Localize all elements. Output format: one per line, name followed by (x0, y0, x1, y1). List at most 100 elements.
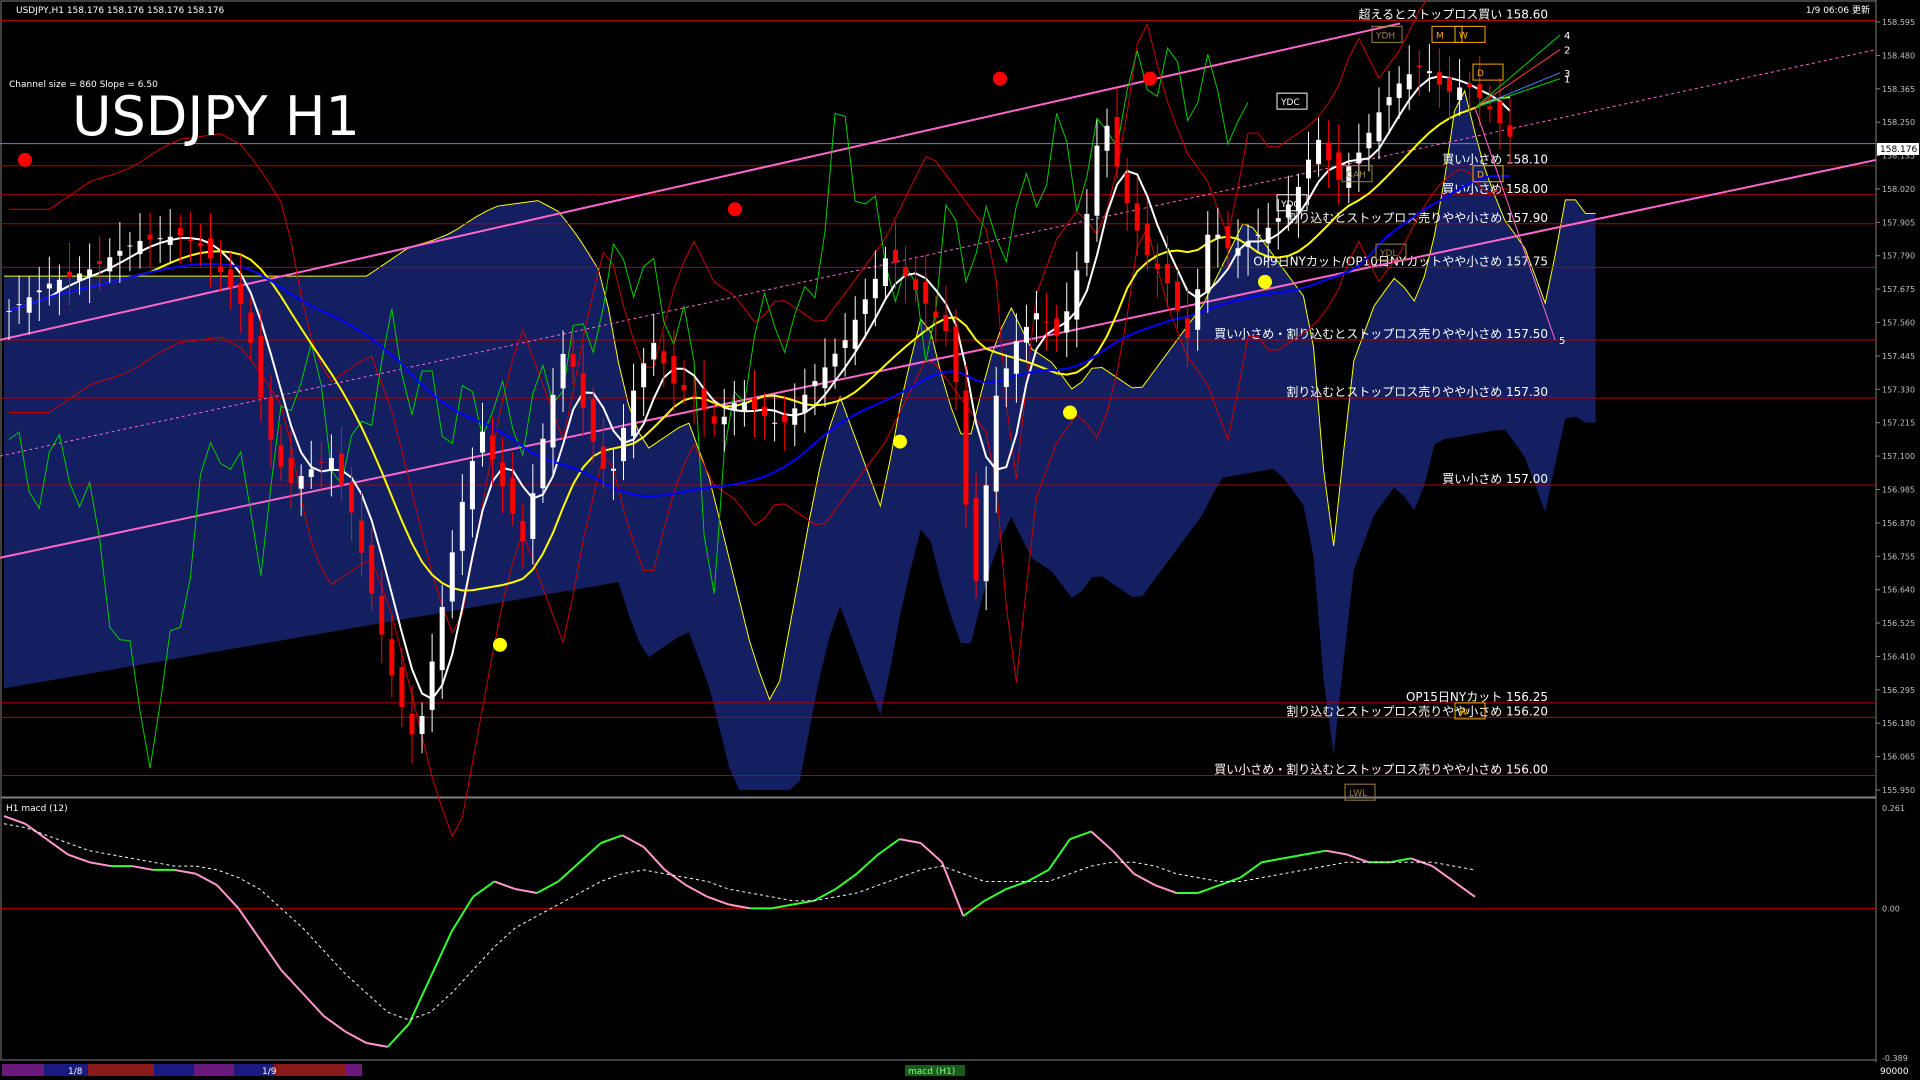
candle-body (1013, 341, 1019, 374)
candle-body (1023, 326, 1029, 343)
candle-body (550, 394, 556, 448)
candle-body (298, 476, 304, 489)
candle-body (16, 304, 22, 306)
price-tick-label: 155.950 (1882, 786, 1915, 795)
candle-body (409, 713, 415, 735)
candle-body (1154, 264, 1160, 270)
candle-body (469, 460, 475, 510)
candle-body (439, 606, 445, 671)
macd-title: H1 macd (12) (6, 804, 68, 814)
candle-body (792, 408, 798, 425)
candle-body (1275, 218, 1281, 222)
candle-body (1134, 203, 1140, 231)
price-tick-label: 158.365 (1882, 85, 1915, 94)
candle-body (751, 397, 757, 410)
chart-title: USDJPY H1 (72, 85, 360, 148)
fractal-up-marker (1143, 71, 1157, 86)
candle-body (741, 402, 747, 412)
candle-body (187, 240, 193, 242)
candle-body (449, 552, 455, 602)
candle-body (288, 458, 294, 483)
candle-body (802, 394, 808, 413)
candle-body (1215, 234, 1221, 239)
candle-body (1265, 227, 1271, 244)
price-tick-label: 156.525 (1882, 619, 1915, 628)
candle-body (600, 446, 606, 469)
candle-body (1406, 74, 1412, 90)
candle-body (419, 716, 425, 734)
macd-tick-label: 0.00 (1882, 904, 1900, 913)
marker-label: W (1459, 708, 1468, 718)
projection-label: 5 (1559, 336, 1565, 347)
candle-body (641, 363, 647, 388)
price-tick-label: 156.410 (1882, 652, 1915, 661)
price-tick-label: 156.640 (1882, 586, 1915, 595)
candle-body (97, 261, 103, 265)
candle-body (1487, 106, 1493, 110)
date-label-2: 1/9 (262, 1067, 277, 1077)
price-tick-label: 157.330 (1882, 385, 1915, 394)
candle-body (389, 639, 395, 676)
fractal-down-marker (493, 637, 507, 652)
date-label-1: 1/8 (68, 1067, 83, 1077)
candle-body (218, 266, 224, 273)
candle-body (913, 279, 919, 291)
price-tick-label: 157.560 (1882, 319, 1915, 328)
price-tick-label: 158.250 (1882, 118, 1915, 127)
price-tick-label: 157.215 (1882, 419, 1915, 428)
level-label: 割り込むとストップロス売りやや小さめ 156.20 (1286, 703, 1548, 718)
fractal-up-marker (728, 202, 742, 217)
candle-body (1255, 234, 1261, 236)
candle-body (1477, 84, 1483, 99)
candle-body (721, 416, 727, 425)
candle-body (1225, 226, 1231, 249)
candle-body (1205, 234, 1211, 293)
candle-body (610, 468, 616, 471)
candle-body (520, 521, 526, 541)
candle-body (1235, 248, 1241, 256)
candle-body (157, 238, 163, 240)
candle-body (167, 236, 173, 245)
projection-label: 4 (1564, 31, 1570, 42)
price-tick-label: 157.445 (1882, 352, 1915, 361)
price-tick-label: 157.790 (1882, 252, 1915, 261)
macd-tick-label: 0.261 (1882, 804, 1905, 813)
candle-body (1386, 97, 1392, 106)
candle-body (1366, 132, 1372, 149)
candle-body (147, 234, 153, 240)
candle-body (1416, 65, 1422, 68)
candle-body (852, 319, 858, 349)
candle-body (1457, 87, 1463, 101)
candle-body (1245, 241, 1251, 247)
marker-label: D (1477, 69, 1484, 79)
candle-body (782, 414, 788, 422)
candle-body (882, 258, 888, 286)
candle-body (338, 453, 344, 486)
candle-body (1003, 368, 1009, 387)
candle-body (570, 353, 576, 367)
candle-body (1356, 152, 1362, 164)
projection-label: 2 (1564, 46, 1570, 57)
candle-body (117, 250, 123, 256)
candle-body (842, 340, 848, 348)
candle-body (822, 367, 828, 389)
candle-body (651, 342, 657, 360)
candle-body (6, 310, 12, 312)
fractal-down-marker (1258, 274, 1272, 289)
candle-body (963, 390, 969, 505)
candle-body (1436, 72, 1442, 85)
candle-body (1104, 125, 1110, 151)
candle-body (107, 257, 113, 272)
candle-body (1426, 71, 1432, 74)
candle-body (1044, 321, 1050, 323)
indicator-tab[interactable]: macd (H1) (908, 1067, 955, 1077)
price-tick-label: 156.295 (1882, 686, 1915, 695)
candle-body (1114, 117, 1120, 167)
marker-label: YDO (1280, 200, 1301, 210)
price-tick-label: 156.985 (1882, 485, 1915, 494)
candle-body (479, 431, 485, 453)
candle-body (1195, 289, 1201, 330)
candle-body (258, 335, 264, 398)
candle-body (1305, 159, 1311, 179)
fractal-down-marker (1063, 405, 1077, 420)
